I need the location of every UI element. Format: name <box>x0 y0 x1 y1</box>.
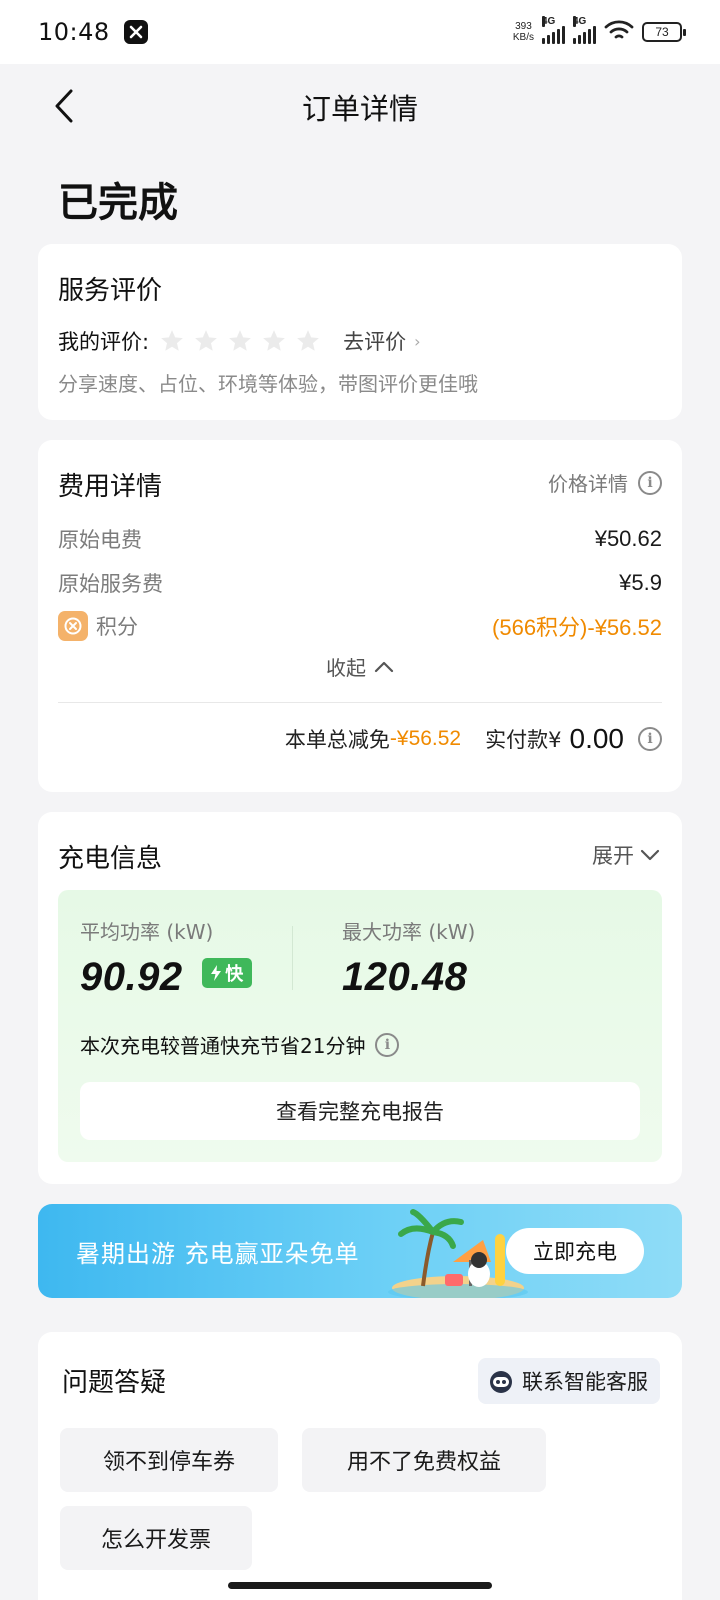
cellular-signal-icon-2: 4G <box>573 16 596 44</box>
star-icon[interactable] <box>261 328 287 354</box>
charging-title: 充电信息 <box>58 844 163 874</box>
network-speed: 393 KB/s <box>512 21 534 43</box>
rating-hint: 分享速度、占位、环境等体验，带图评价更佳哦 <box>58 372 478 396</box>
divider <box>292 926 293 990</box>
status-bar: 10:48 393 KB/s 4G 4G 73 <box>0 0 720 64</box>
avg-power: 平均功率 (kW) 90.92 快 <box>80 916 252 1000</box>
evaluation-title: 服务评价 <box>58 276 163 306</box>
nav-bar: 订单详情 <box>0 64 720 148</box>
fee-label: 原始服务费 <box>58 572 163 596</box>
contact-service-button[interactable]: 联系智能客服 <box>478 1358 660 1404</box>
order-status: 已完成 <box>58 180 178 226</box>
my-rating-label: 我的评价: <box>58 330 150 354</box>
points-value: (566积分)-¥56.52 <box>492 615 662 640</box>
cellular-signal-icon: 4G <box>542 16 565 44</box>
status-time: 10:48 <box>38 18 110 46</box>
fee-row-points: 积分 (566积分)-¥56.52 <box>58 610 662 642</box>
star-icon[interactable] <box>295 328 321 354</box>
chevron-up-icon <box>374 661 394 672</box>
points-icon <box>58 611 88 641</box>
divider <box>58 702 662 703</box>
view-report-button[interactable]: 查看完整充电报告 <box>80 1082 640 1140</box>
promo-text: 暑期出游 充电赢亚朵免单 <box>76 1240 360 1268</box>
actual-payment-amount: 0.00 <box>569 723 625 754</box>
info-icon[interactable]: i <box>375 1032 400 1057</box>
star-icon[interactable] <box>193 328 219 354</box>
fee-row-electricity: 原始电费 ¥50.62 <box>58 524 662 554</box>
go-rate-link[interactable]: 去评价 › <box>343 326 420 356</box>
fee-details-card: 费用详情 价格详情 i 原始电费 ¥50.62 原始服务费 ¥5.9 积分 (5… <box>38 440 682 792</box>
fee-title: 费用详情 <box>58 472 163 502</box>
info-icon[interactable]: i <box>638 727 662 751</box>
chevron-right-icon: › <box>414 331 421 351</box>
avg-power-value-row: 90.92 快 <box>80 955 252 1000</box>
max-power-value: 120.48 <box>342 955 468 999</box>
faq-question-button[interactable]: 怎么开发票 <box>60 1506 252 1570</box>
chevron-down-icon <box>640 849 660 861</box>
info-icon: i <box>638 470 662 495</box>
price-detail-link[interactable]: 价格详情 i <box>548 468 662 497</box>
service-evaluation-card: 服务评价 我的评价: 去评价 › 分享速度、占位、环境等体验，带图评价更佳哦 <box>38 244 682 420</box>
fee-value: ¥5.9 <box>619 570 662 595</box>
charging-info-card: 充电信息 展开 平均功率 (kW) 90.92 快 最大功率 (kW) 120.… <box>38 812 682 1184</box>
total-row: 本单总减免 -¥56.52 实付款¥ 0.00 i <box>285 723 662 755</box>
avg-power-value: 90.92 <box>80 955 183 999</box>
time-saved-hint: 本次充电较普通快充节省21分钟 i <box>80 1030 400 1059</box>
faq-card: 问题答疑 联系智能客服 领不到停车券 用不了免费权益 怎么开发票 <box>38 1332 682 1600</box>
battery-icon: 73 <box>642 22 686 42</box>
max-power-label: 最大功率 (kW) <box>342 920 476 944</box>
points-label: 积分 <box>58 611 138 641</box>
star-icon[interactable] <box>159 328 185 354</box>
fee-row-service: 原始服务费 ¥5.9 <box>58 568 662 598</box>
robot-icon <box>490 1371 512 1393</box>
promo-banner[interactable]: 暑期出游 充电赢亚朵免单 立即充电 <box>38 1204 682 1298</box>
faq-question-button[interactable]: 用不了免费权益 <box>302 1428 546 1492</box>
fee-value: ¥50.62 <box>594 526 662 551</box>
fast-charge-badge: 快 <box>202 958 252 989</box>
home-indicator[interactable] <box>228 1582 492 1589</box>
page-title: 订单详情 <box>301 92 418 126</box>
faq-title: 问题答疑 <box>62 1368 167 1398</box>
app-notification-icon <box>123 20 148 44</box>
status-icons: 393 KB/s 4G 4G 73 <box>512 16 686 45</box>
faq-question-button[interactable]: 领不到停车券 <box>60 1428 278 1492</box>
total-discount-value: -¥56.52 <box>389 727 462 750</box>
expand-toggle[interactable]: 展开 <box>592 840 660 870</box>
charge-now-button[interactable]: 立即充电 <box>506 1228 644 1274</box>
lightning-icon <box>211 965 222 982</box>
wifi-icon <box>604 19 634 45</box>
avg-power-label: 平均功率 (kW) <box>80 920 214 944</box>
rating-row: 我的评价: 去评价 › <box>58 326 420 356</box>
max-power: 最大功率 (kW) 120.48 <box>342 916 475 1000</box>
fee-label: 原始电费 <box>58 528 142 552</box>
star-rating[interactable] <box>159 328 321 354</box>
actual-payment-label: 实付款¥ <box>485 728 562 752</box>
star-icon[interactable] <box>227 328 253 354</box>
power-panel: 平均功率 (kW) 90.92 快 最大功率 (kW) 120.48 本次充电较… <box>58 890 662 1162</box>
total-discount-label: 本单总减免 <box>284 728 390 752</box>
collapse-toggle[interactable]: 收起 <box>38 652 682 681</box>
